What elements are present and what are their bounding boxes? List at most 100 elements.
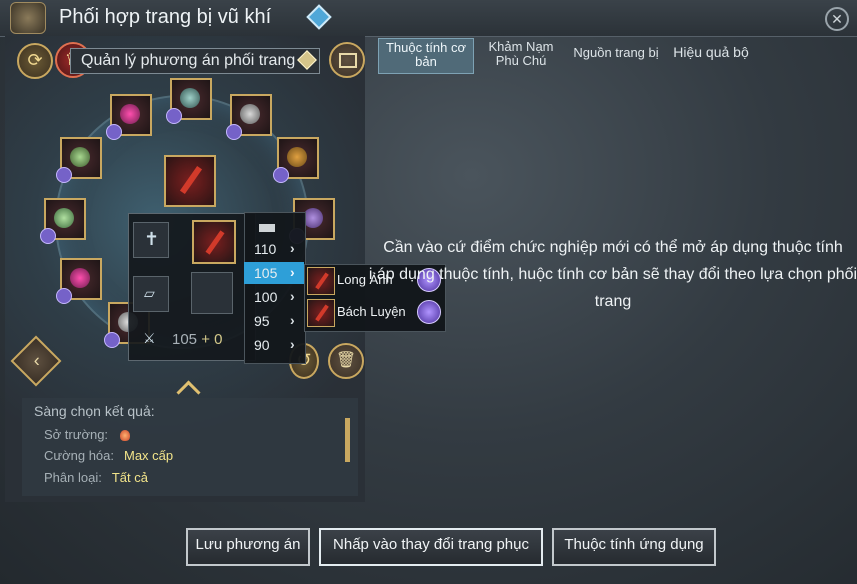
element-badge-icon [40,228,56,244]
refine-bonus: 0 [214,331,223,348]
filter-panel: Sàng chọn kết quả: Sở trường: Cường hóa:… [22,398,358,496]
tab-label: Khảm Nạm Phù Chú [488,39,554,68]
refine-level: 105 [172,331,198,348]
level-option-100[interactable]: 100 › [244,286,304,308]
filter-enhance: Cường hóa: Max cấp [44,448,173,463]
tab-label: Thuộc tính cơ bản [385,40,467,69]
close-icon: ✕ [831,11,843,27]
info-line-1: Cần vào cứ điểm chức nghiệp mới có thể m… [383,239,843,256]
element-badge-icon [56,167,72,183]
filter-title: Sàng chọn kết quả: [34,403,155,419]
level-menu-header-icon [259,224,275,232]
save-scheme-button[interactable]: Lưu phương án [186,528,310,566]
scheme-dropdown-arrow[interactable] [297,50,317,70]
weapon-thumb [307,267,335,295]
equipment-slot-pendant[interactable] [40,198,86,244]
info-message: Cần vào cứ điểm chức nghiệp mới có thể m… [368,234,857,315]
chevron-right-icon: › [290,336,295,352]
scheme-dropdown[interactable]: Quản lý phương án phối trang [70,48,320,74]
weapon-thumb [307,299,335,327]
refresh-icon: ⟳ [27,50,43,70]
tab-label: Hiệu quả bộ [673,44,749,60]
save-scheme-label: Lưu phương án [195,536,301,553]
chevron-right-icon: › [290,264,295,280]
filter-specialty-label: Sở trường: [44,427,109,442]
info-line-2: i áp dụng thuộc tính, huộc tính cơ bản s… [368,266,857,310]
change-outfit-label: Nhấp vào thay đổi trang phục [333,536,529,553]
equipment-slot-amulet[interactable] [56,137,102,183]
level-label: 90 [254,337,270,353]
bracer-icon [240,104,260,124]
filter-enhance-value: Max cấp [124,448,174,463]
trash-icon: 🗑 [335,352,357,369]
filter-category-value: Tất cả [111,470,148,485]
equipment-slot-bracer[interactable] [226,94,272,140]
element-badge-icon [104,332,120,348]
chevron-right-icon: › [290,240,295,256]
level-label: 110 [254,241,277,257]
selected-weapon-thumb[interactable] [192,220,236,264]
equipment-slot-necklace[interactable] [106,94,152,140]
equipment-slot-ring[interactable] [56,258,102,304]
flame-icon [120,430,131,442]
element-badge-icon [226,124,242,140]
scheme-list-button[interactable] [329,42,365,78]
element-badge-icon [166,108,182,124]
refine-readout: 105 + 0 [172,331,222,348]
weapon-icon [179,165,203,195]
title-bar: Phối hợp trang bị vũ khí ✕ [0,0,857,37]
tab-label: Nguồn trang bị [573,45,659,60]
delete-button[interactable]: 🗑 [328,343,364,379]
filter-specialty: Sở trường: [44,427,131,442]
level-option-110[interactable]: 110 › [244,238,304,260]
level-label: 100 [254,289,278,305]
filter-category: Phân loại: Tất cả [44,470,148,485]
element-badge-icon [106,124,122,140]
level-option-95[interactable]: 95 › [244,310,304,332]
weapon-icon [205,230,225,255]
chevron-right-icon: › [290,288,295,304]
level-option-90[interactable]: 90 › [244,334,304,356]
refine-plus: + [201,331,210,348]
help-icon[interactable] [306,4,332,30]
apply-attributes-label: Thuộc tính ứng dụng [564,536,704,553]
refresh-button[interactable]: ⟳ [17,43,53,79]
ring-icon [70,268,90,288]
tab-inlay-runes[interactable]: Khảm Nạm Phù Chú [483,40,559,68]
scheme-label: Quản lý phương án phối trang [81,52,296,69]
necklace-icon [120,104,140,124]
equipment-slot-chain[interactable] [166,78,212,124]
weapon-type-cell[interactable]: ✝ [133,222,169,258]
equipment-slot-belt[interactable] [273,137,319,183]
tab-set-effect[interactable]: Hiệu quả bộ [666,45,756,59]
weapon-slot[interactable] [164,155,216,207]
chain-icon [180,88,200,108]
empty-socket[interactable] [191,272,233,314]
level-label: 105 [254,265,278,281]
back-arrow-icon: ‹ [33,350,40,371]
scroll-cell[interactable]: ▱ [133,276,169,312]
gloves-icon [303,208,323,228]
tab-equipment-source[interactable]: Nguồn trang bị [568,46,664,60]
apply-attributes-button[interactable]: Thuộc tính ứng dụng [552,528,716,566]
change-outfit-button[interactable]: Nhấp vào thay đổi trang phục [319,528,543,566]
filter-scrollbar[interactable] [345,418,350,462]
level-label: 95 [254,313,270,329]
level-option-105[interactable]: 105 › [244,262,304,284]
pendant-icon [54,208,74,228]
enhance-icon: ⚔ [143,330,156,346]
tab-basic-attributes[interactable]: Thuộc tính cơ bản [378,38,474,74]
filter-enhance-label: Cường hóa: [44,448,114,463]
close-button[interactable]: ✕ [825,7,849,31]
belt-icon [287,147,307,167]
app-icon [10,2,46,34]
sword-icon: ✝ [144,229,160,249]
book-icon [339,53,357,68]
filter-category-label: Phân loại: [44,470,102,485]
element-badge-icon [273,167,289,183]
diamond-icon [297,50,317,70]
element-badge-icon [56,288,72,304]
scroll-icon: ▱ [144,285,155,301]
window-title: Phối hợp trang bị vũ khí [59,6,272,28]
chevron-right-icon: › [290,312,295,328]
